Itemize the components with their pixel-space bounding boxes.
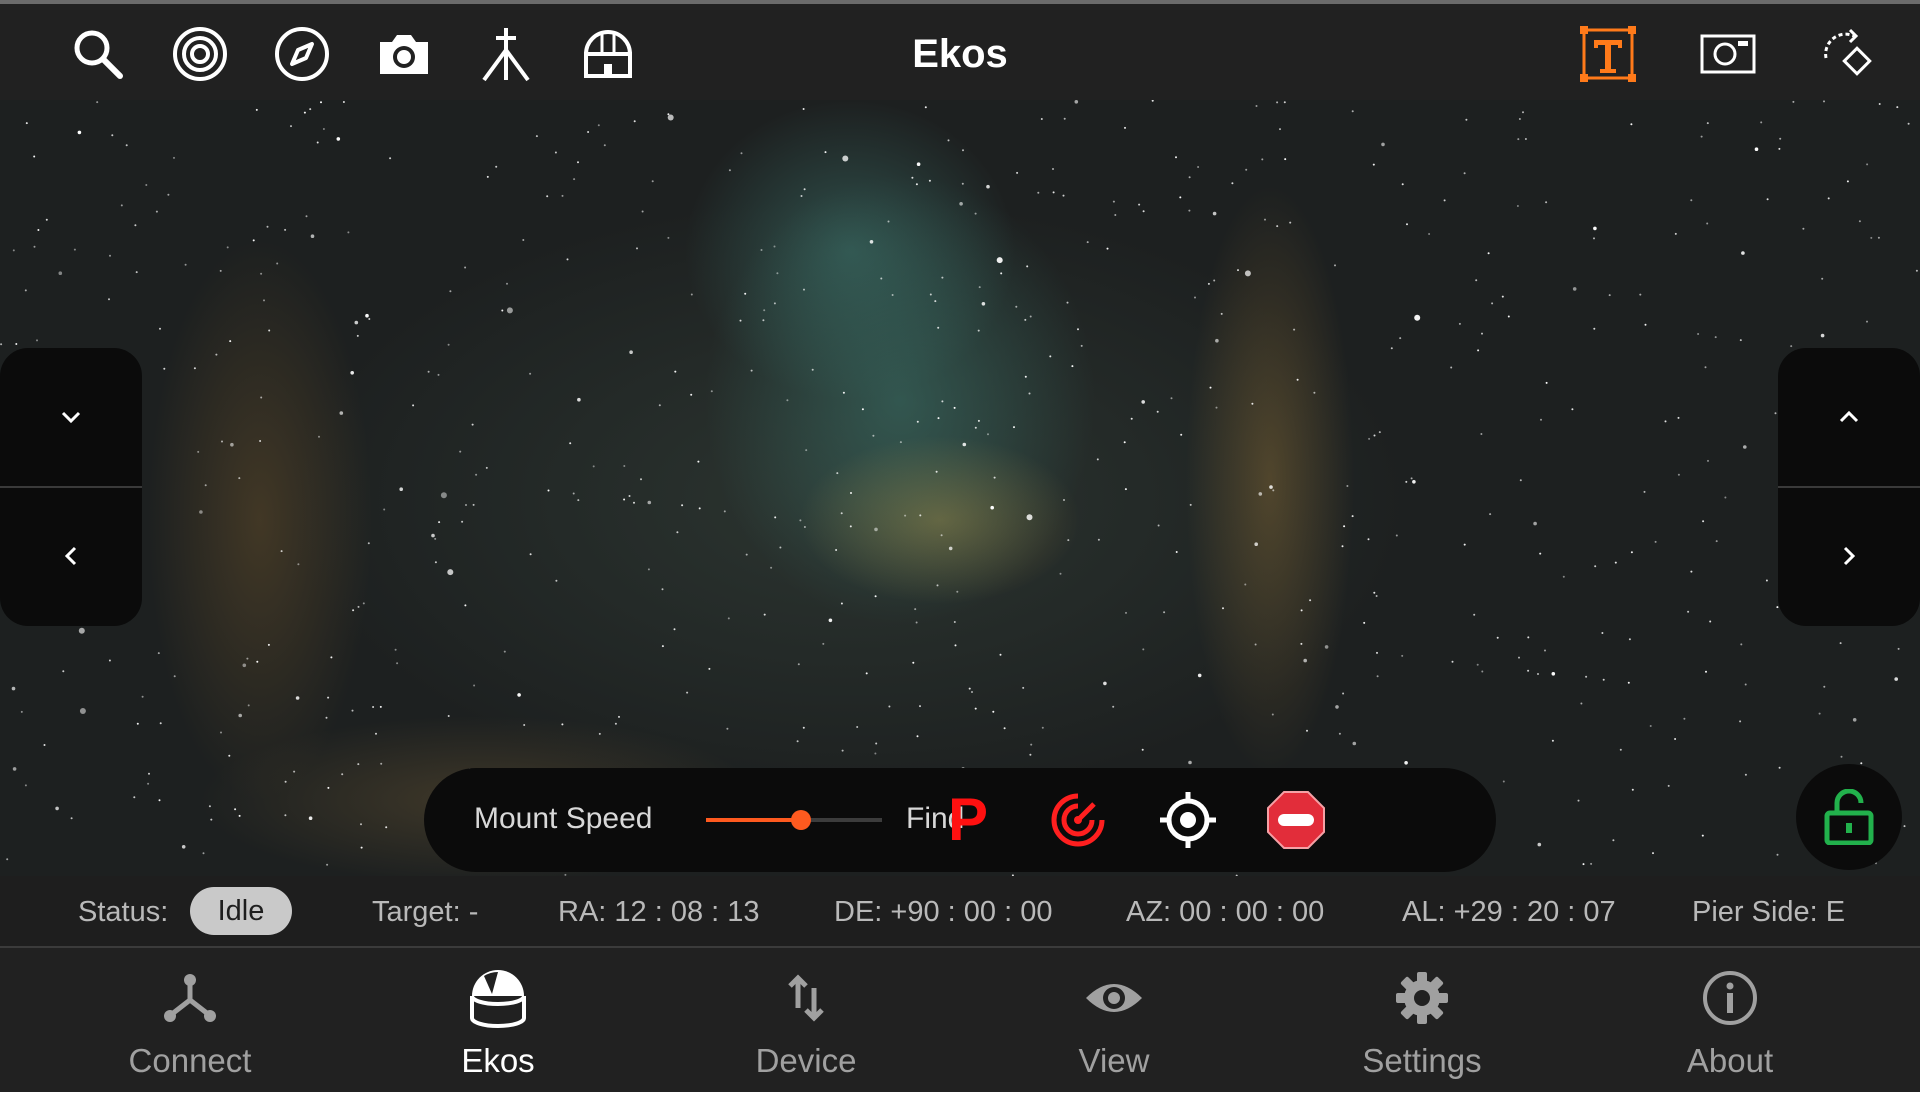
gear-icon [1396, 972, 1448, 1024]
target-readout: Target: - [372, 896, 479, 928]
pier-side-readout: Pier Side: E [1692, 896, 1846, 928]
mount-control-bar: Mount Speed Find P [424, 768, 1496, 872]
stop-icon [1267, 791, 1325, 849]
lock-button[interactable] [1796, 764, 1902, 870]
move-left-button[interactable] [0, 486, 142, 624]
status-label: Status: [78, 896, 169, 928]
mount-speed-thumb[interactable] [791, 810, 812, 830]
rotate-view-icon[interactable] [1816, 22, 1880, 86]
chevron-down-icon [61, 411, 81, 424]
nav-connect[interactable]: Connect [36, 948, 344, 1092]
motion-pad-right [1778, 348, 1920, 626]
nav-device[interactable]: Device [652, 948, 960, 1092]
unlock-icon [1824, 789, 1874, 845]
track-button[interactable] [1046, 788, 1110, 852]
nav-about[interactable]: About [1576, 948, 1884, 1092]
az-readout: AZ: 00 : 00 : 00 [1126, 896, 1325, 928]
move-right-button[interactable] [1778, 486, 1920, 624]
star-field [0, 100, 1918, 876]
chevron-right-icon [1843, 546, 1856, 566]
chevron-left-icon [64, 546, 77, 566]
nav-about-label: About [1686, 1042, 1774, 1079]
eye-icon [1086, 984, 1142, 1012]
sync-target-icon [1160, 792, 1216, 848]
nav-view[interactable]: View [960, 948, 1268, 1092]
motion-pad-left [0, 348, 142, 626]
stop-button[interactable] [1264, 788, 1328, 852]
nav-view-label: View [1078, 1042, 1150, 1079]
sync-target-button[interactable] [1156, 788, 1220, 852]
sky-view[interactable]: Mount Speed Find P [0, 100, 1920, 876]
bottom-navigation: Connect Ekos Device View Settings About [0, 948, 1920, 1098]
mount-speed-fill [706, 818, 802, 822]
al-readout: AL: +29 : 20 : 07 [1402, 896, 1616, 928]
status-badge: Idle [190, 887, 292, 935]
mount-speed-label: Mount Speed [474, 802, 653, 835]
mount-status-bar: Status: Idle Target: - RA: 12 : 08 : 13 … [0, 876, 1920, 948]
device-icon [788, 974, 824, 1022]
nav-device-label: Device [755, 1042, 857, 1079]
connect-icon [164, 974, 216, 1022]
info-icon [1703, 971, 1757, 1025]
screenshot-icon[interactable] [1696, 22, 1760, 86]
park-button[interactable]: P [936, 788, 1000, 852]
move-up-button[interactable] [1778, 348, 1920, 486]
chevron-up-icon [1839, 410, 1859, 423]
ra-readout: RA: 12 : 08 : 13 [558, 896, 760, 928]
track-icon [1051, 793, 1105, 847]
top-toolbar: Ekos [0, 0, 1920, 100]
de-readout: DE: +90 : 00 : 00 [834, 896, 1053, 928]
nav-connect-label: Connect [128, 1042, 252, 1079]
move-down-button[interactable] [0, 348, 142, 486]
mount-speed-slider[interactable] [706, 810, 882, 830]
nav-ekos-label: Ekos [461, 1042, 535, 1079]
dome-icon [470, 970, 526, 1028]
park-icon: P [947, 786, 989, 853]
nav-settings-label: Settings [1362, 1042, 1482, 1079]
nav-settings[interactable]: Settings [1268, 948, 1576, 1092]
nav-ekos[interactable]: Ekos [344, 948, 652, 1092]
text-overlay-icon[interactable] [1576, 22, 1640, 86]
